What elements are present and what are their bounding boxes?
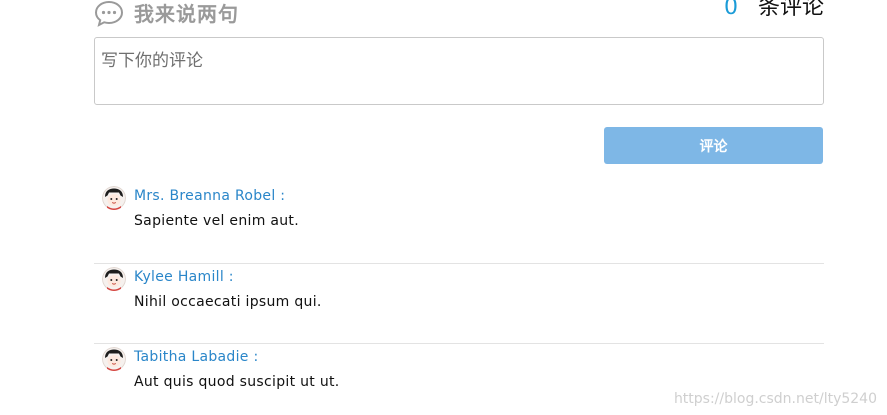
comment-text: Nihil occaecati ipsum qui. — [134, 294, 322, 310]
avatar-icon — [102, 267, 126, 291]
watermark: https://blog.csdn.net/lty5240 — [673, 391, 877, 407]
comment-count-label: 条评论 — [757, 0, 824, 20]
comment-text: Aut quis quod suscipit ut ut. — [134, 374, 340, 390]
chat-bubble-icon — [94, 0, 124, 27]
comment-textarea[interactable] — [94, 37, 824, 105]
comment-section: 我来说两句 0 条评论 评论 Mrs. Breanna Robel : Sapi… — [0, 0, 887, 415]
comment-item: Mrs. Breanna Robel : Sapiente vel enim a… — [94, 183, 824, 263]
comment-count: 0 — [724, 0, 738, 20]
comment-author[interactable]: Kylee Hamill : — [134, 268, 234, 286]
avatar-icon — [102, 347, 126, 371]
comment-text: Sapiente vel enim aut. — [134, 213, 299, 229]
submit-comment-button[interactable]: 评论 — [604, 127, 823, 164]
comment-header: 我来说两句 0 条评论 — [94, 0, 824, 30]
avatar-icon — [102, 186, 126, 210]
section-title: 我来说两句 — [134, 2, 239, 26]
comment-author[interactable]: Tabitha Labadie : — [134, 348, 258, 366]
comment-item: Kylee Hamill : Nihil occaecati ipsum qui… — [94, 263, 824, 344]
comment-author[interactable]: Mrs. Breanna Robel : — [134, 187, 285, 205]
